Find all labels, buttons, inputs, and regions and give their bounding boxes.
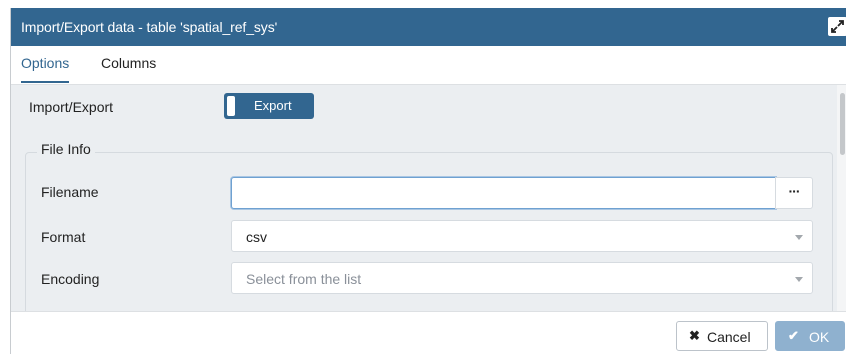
options-panel: Import/Export Export File Info Filename … — [11, 85, 846, 311]
import-export-dialog: Import/Export data - table 'spatial_ref_… — [10, 8, 846, 355]
format-value: csv — [246, 229, 267, 245]
dialog-title: Import/Export data - table 'spatial_ref_… — [21, 19, 278, 35]
expand-arrows-icon[interactable] — [828, 17, 846, 36]
tab-columns[interactable]: Columns — [101, 46, 156, 83]
import-export-toggle[interactable]: Export — [224, 93, 314, 119]
format-label: Format — [41, 229, 86, 245]
close-icon: ✖ — [689, 328, 700, 343]
chevron-down-icon — [795, 277, 803, 282]
ellipsis-icon: ··· — [788, 183, 801, 199]
filename-input[interactable] — [231, 177, 776, 209]
filename-label: Filename — [41, 184, 99, 200]
ok-label: OK — [809, 329, 830, 345]
chevron-down-icon — [795, 235, 803, 240]
file-info-legend: File Info — [37, 141, 95, 157]
encoding-placeholder: Select from the list — [246, 271, 362, 287]
toggle-knob — [227, 96, 235, 116]
scrollbar-thumb[interactable] — [840, 93, 845, 155]
cancel-label: Cancel — [707, 329, 751, 345]
ok-button[interactable]: ✔ OK — [775, 321, 845, 351]
cancel-button[interactable]: ✖ Cancel — [676, 321, 768, 351]
import-export-label: Import/Export — [29, 99, 114, 115]
tab-options[interactable]: Options — [21, 46, 70, 83]
toggle-value: Export — [254, 98, 292, 113]
check-icon: ✔ — [788, 328, 799, 343]
dialog-titlebar[interactable]: Import/Export data - table 'spatial_ref_… — [11, 8, 846, 46]
dialog-footer: ✖ Cancel ✔ OK — [11, 311, 846, 355]
encoding-label: Encoding — [41, 271, 100, 287]
browse-button[interactable]: ··· — [775, 177, 813, 209]
encoding-select[interactable]: Select from the list — [231, 262, 813, 294]
format-select[interactable]: csv — [231, 220, 813, 252]
dialog-tabs: Options Columns — [11, 46, 846, 85]
